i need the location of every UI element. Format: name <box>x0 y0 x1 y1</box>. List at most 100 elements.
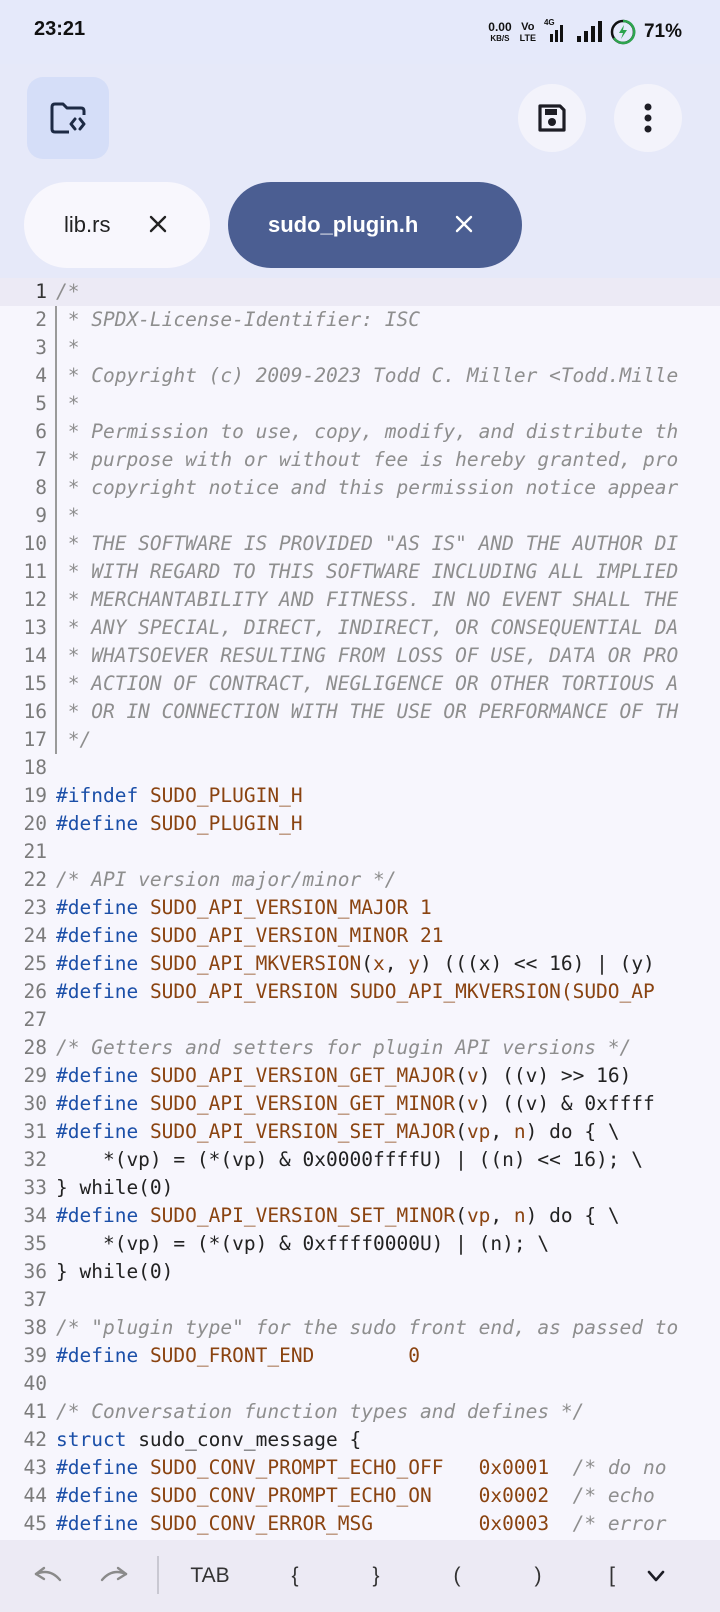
code-line[interactable]: 45 #define SUDO_CONV_ERROR_MSG 0x0003 /* … <box>0 1510 720 1538</box>
code-line[interactable]: 22 /* API version major/minor */ <box>0 866 720 894</box>
code-line[interactable]: 43 #define SUDO_CONV_PROMPT_ECHO_OFF 0x00… <box>0 1454 720 1482</box>
line-code: /* API version major/minor */ <box>56 866 396 894</box>
key-tab[interactable]: TAB <box>178 1560 242 1592</box>
code-line[interactable]: 40 <box>0 1370 720 1398</box>
code-line[interactable]: 8 * copyright notice and this permission… <box>0 474 720 502</box>
code-line[interactable]: 14 * WHATSOEVER RESULTING FROM LOSS OF U… <box>0 642 720 670</box>
more-options-button[interactable] <box>614 84 682 152</box>
key-open-paren[interactable]: ( <box>437 1560 477 1592</box>
code-line[interactable]: 34 #define SUDO_API_VERSION_SET_MINOR(vp,… <box>0 1202 720 1230</box>
file-browser-button[interactable] <box>27 77 109 159</box>
code-line[interactable]: 20 #define SUDO_PLUGIN_H <box>0 810 720 838</box>
code-line[interactable]: 25 #define SUDO_API_MKVERSION(x, y) (((x)… <box>0 950 720 978</box>
key-open-bracket[interactable]: [ <box>592 1560 632 1592</box>
line-code: * THE SOFTWARE IS PROVIDED "AS IS" AND T… <box>56 530 679 558</box>
code-line[interactable]: 19 #ifndef SUDO_PLUGIN_H <box>0 782 720 810</box>
code-line[interactable]: 44 #define SUDO_CONV_PROMPT_ECHO_ON 0x000… <box>0 1482 720 1510</box>
signal-4g-icon: 4G <box>544 18 568 44</box>
code-line[interactable]: 33} while(0) <box>0 1174 720 1202</box>
collapse-keybar-button[interactable] <box>636 1560 676 1592</box>
code-line[interactable]: 42 struct sudo_conv_message { <box>0 1426 720 1454</box>
status-bar: 23:21 0.00 KB/S Vo LTE 4G 71% <box>0 0 720 64</box>
code-line[interactable]: 38 /* "plugin type" for the sudo front en… <box>0 1314 720 1342</box>
code-line[interactable]: 23 #define SUDO_API_VERSION_MAJOR 1 <box>0 894 720 922</box>
save-button[interactable] <box>518 84 586 152</box>
key-close-brace[interactable]: } <box>356 1560 396 1592</box>
key-open-brace[interactable]: { <box>275 1560 315 1592</box>
code-line[interactable]: 11 * WITH REGARD TO THIS SOFTWARE INCLUD… <box>0 558 720 586</box>
code-line[interactable]: 5 * <box>0 390 720 418</box>
code-line[interactable]: 3 * <box>0 334 720 362</box>
code-token: SUDO_PLUGIN_H <box>149 784 303 807</box>
line-code: #define SUDO_FRONT_END 0 <box>56 1342 420 1370</box>
code-line[interactable]: 36} while(0) <box>0 1258 720 1286</box>
code-token: ) ((v) & 0xffff <box>478 1092 655 1115</box>
line-number: 10 <box>23 532 47 555</box>
code-line[interactable]: 6 * Permission to use, copy, modify, and… <box>0 418 720 446</box>
code-token: , <box>384 952 409 975</box>
code-token: SUDO_API_VERSION_GET_MAJOR <box>149 1064 456 1087</box>
code-token: *(vp) = (*(vp) & 0x0000ffffU) | ((n) << … <box>56 1148 643 1171</box>
code-token: #define <box>56 1120 139 1143</box>
line-number: 42 <box>23 1428 47 1451</box>
line-code: * MERCHANTABILITY AND FITNESS. IN NO EVE… <box>56 586 679 614</box>
line-number: 34 <box>23 1204 47 1227</box>
line-code: * ANY SPECIAL, DIRECT, INDIRECT, OR CONS… <box>56 614 679 642</box>
line-code: *(vp) = (*(vp) & 0x0000ffffU) | ((n) << … <box>56 1146 643 1174</box>
code-line[interactable]: 12 * MERCHANTABILITY AND FITNESS. IN NO … <box>0 586 720 614</box>
code-line[interactable]: 35 *(vp) = (*(vp) & 0xffff0000U) | (n); … <box>0 1230 720 1258</box>
undo-button[interactable] <box>28 1560 68 1592</box>
line-code: * <box>56 390 80 418</box>
code-line[interactable]: 30 #define SUDO_API_VERSION_GET_MINOR(v) … <box>0 1090 720 1118</box>
code-line[interactable]: 21 <box>0 838 720 866</box>
tab-sudo-plugin-h[interactable]: sudo_plugin.h <box>228 182 522 268</box>
code-token: * WHATSOEVER RESULTING FROM LOSS OF USE,… <box>56 644 679 667</box>
close-icon[interactable] <box>146 212 170 236</box>
code-token: * <box>56 504 80 527</box>
code-token: ) do { \ <box>525 1120 620 1143</box>
line-code: #define SUDO_PLUGIN_H <box>56 810 303 838</box>
code-token: * OR IN CONNECTION WITH THE USE OR PERFO… <box>56 700 679 723</box>
code-line[interactable]: 32 *(vp) = (*(vp) & 0x0000ffffU) | ((n) … <box>0 1146 720 1174</box>
code-line[interactable]: 18 <box>0 754 720 782</box>
line-number: 29 <box>23 1064 47 1087</box>
code-token: , <box>490 1204 514 1227</box>
code-line[interactable]: 1 /* <box>0 278 720 306</box>
code-line[interactable]: 31 #define SUDO_API_VERSION_SET_MAJOR(vp,… <box>0 1118 720 1146</box>
code-line[interactable]: 29 #define SUDO_API_VERSION_GET_MAJOR(v) … <box>0 1062 720 1090</box>
code-editor[interactable]: 1/* 2 * SPDX-License-Identifier: ISC 3 * 4 … <box>0 278 720 1540</box>
code-token: /* error <box>572 1512 667 1535</box>
code-line[interactable]: 9 * <box>0 502 720 530</box>
code-token: * THE SOFTWARE IS PROVIDED "AS IS" AND T… <box>56 532 679 555</box>
line-number: 6 <box>35 420 47 443</box>
code-line[interactable]: 13 * ANY SPECIAL, DIRECT, INDIRECT, OR C… <box>0 614 720 642</box>
close-icon[interactable] <box>452 212 476 236</box>
code-line[interactable]: 4 * Copyright (c) 2009-2023 Todd C. Mill… <box>0 362 720 390</box>
code-line[interactable]: 17 */ <box>0 726 720 754</box>
volte-top: Vo <box>521 21 535 33</box>
code-line[interactable]: 7 * purpose with or without fee is hereb… <box>0 446 720 474</box>
code-line[interactable]: 39 #define SUDO_FRONT_END 0 <box>0 1342 720 1370</box>
tab-lib-rs[interactable]: lib.rs <box>24 182 210 268</box>
code-line[interactable]: 28 /* Getters and setters for plugin API … <box>0 1034 720 1062</box>
line-number: 1 <box>35 280 47 303</box>
line-number: 44 <box>23 1484 47 1507</box>
code-line[interactable]: 2 * SPDX-License-Identifier: ISC <box>0 306 720 334</box>
code-line[interactable]: 27 <box>0 1006 720 1034</box>
code-line[interactable]: 15 * ACTION OF CONTRACT, NEGLIGENCE OR O… <box>0 670 720 698</box>
line-number: 27 <box>23 1008 47 1031</box>
code-line[interactable]: 26 #define SUDO_API_VERSION SUDO_API_MKVE… <box>0 978 720 1006</box>
code-line[interactable]: 16 * OR IN CONNECTION WITH THE USE OR PE… <box>0 698 720 726</box>
code-line[interactable]: 37 <box>0 1286 720 1314</box>
code-line[interactable]: 24 #define SUDO_API_VERSION_MINOR 21 <box>0 922 720 950</box>
code-token: n <box>513 1204 526 1227</box>
key-close-paren[interactable]: ) <box>518 1560 558 1592</box>
line-code: #define SUDO_API_VERSION_SET_MINOR(vp, n… <box>56 1202 620 1230</box>
code-line[interactable]: 41 /* Conversation function types and def… <box>0 1398 720 1426</box>
code-token: * <box>56 336 80 359</box>
code-line[interactable]: 10 * THE SOFTWARE IS PROVIDED "AS IS" AN… <box>0 530 720 558</box>
redo-button[interactable] <box>94 1560 134 1592</box>
line-number: 13 <box>23 616 47 639</box>
